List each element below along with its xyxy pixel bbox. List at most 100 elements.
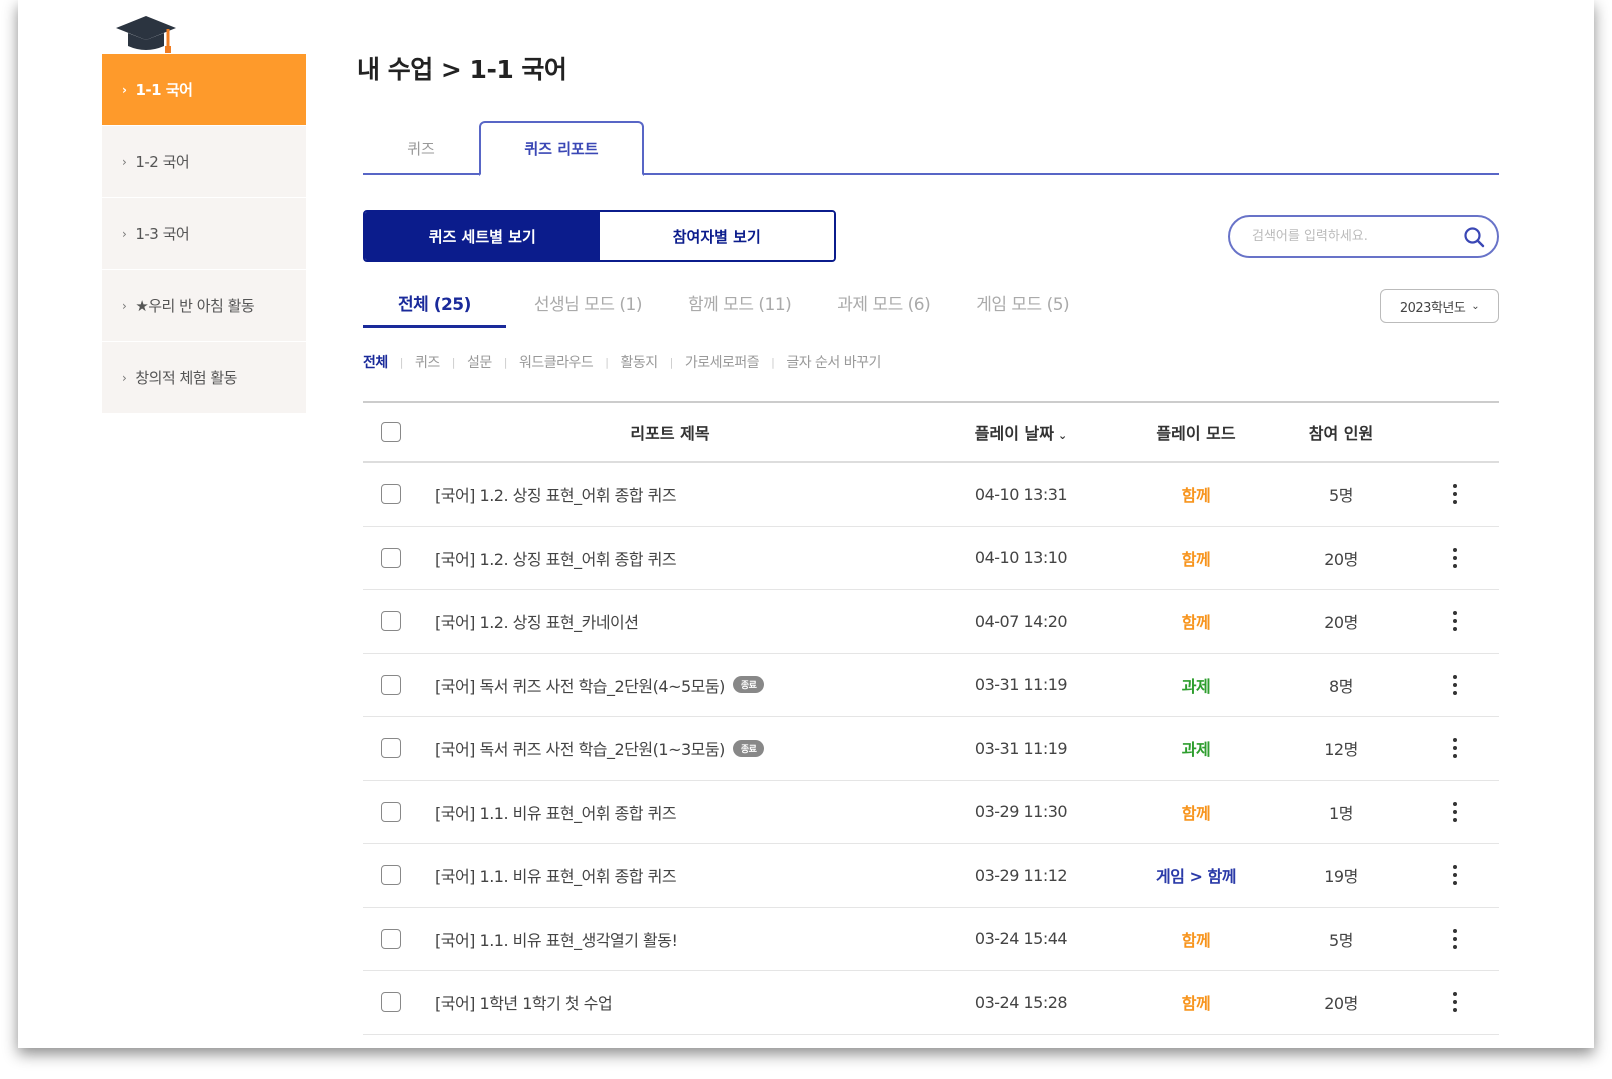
- more-options-button[interactable]: [1411, 865, 1499, 886]
- graduation-cap-icon: [116, 16, 176, 53]
- type-filter-worksheet[interactable]: 활동지: [620, 352, 658, 372]
- kebab-menu-icon: [1453, 738, 1457, 759]
- sidebar-item-1-2-korean[interactable]: › 1-2 국어: [102, 126, 306, 198]
- play-mode: 함께: [1181, 994, 1211, 1014]
- divider: |: [451, 355, 456, 369]
- play-mode: 함께: [1181, 613, 1211, 633]
- table-row[interactable]: [국어] 1.2. 상징 표현_어휘 종합 퀴즈 04-10 13:31 함께 …: [363, 463, 1499, 527]
- divider: |: [399, 355, 404, 369]
- kebab-menu-icon: [1453, 992, 1457, 1013]
- report-title[interactable]: [국어] 1.2. 상징 표현_카네이션: [435, 609, 639, 633]
- play-mode: 함께: [1181, 486, 1211, 506]
- more-options-button[interactable]: [1411, 801, 1499, 822]
- main-tabs: 퀴즈 퀴즈 리포트: [363, 121, 1499, 176]
- play-date: 03-24 15:44: [974, 929, 1068, 949]
- report-title[interactable]: [국어] 1.1. 비유 표현_어휘 종합 퀴즈: [435, 800, 677, 824]
- more-options-button[interactable]: [1411, 611, 1499, 632]
- report-title[interactable]: [국어] 1.2. 상징 표현_어휘 종합 퀴즈: [435, 546, 677, 570]
- sidebar-item-label: 1-3 국어: [135, 225, 190, 243]
- sidebar-item-1-1-korean[interactable]: › 1-1 국어: [102, 54, 306, 126]
- row-checkbox[interactable]: [381, 611, 401, 632]
- play-mode: 함께: [1181, 803, 1211, 823]
- row-checkbox[interactable]: [381, 484, 401, 505]
- report-title[interactable]: [국어] 1.1. 비유 표현_어휘 종합 퀴즈: [435, 863, 677, 887]
- tab-quiz[interactable]: 퀴즈: [363, 121, 479, 175]
- sidebar-item-label: 1-1 국어: [135, 81, 193, 99]
- kebab-menu-icon: [1453, 801, 1457, 822]
- tab-quiz-report[interactable]: 퀴즈 리포트: [479, 121, 644, 176]
- divider: |: [771, 355, 775, 369]
- type-filter: 전체 | 퀴즈 | 설문 | 워드클라우드 | 활동지 | 가로세로퍼즐 | 글…: [363, 352, 881, 372]
- sidebar-item-creative-activity[interactable]: › 창의적 체험 활동: [102, 342, 306, 414]
- report-title[interactable]: [국어] 1.2. 상징 표현_어휘 종합 퀴즈: [435, 482, 677, 506]
- mode-tab-together[interactable]: 함께 모드 (11): [688, 290, 792, 328]
- more-options-button[interactable]: [1411, 928, 1499, 949]
- play-date: 04-10 13:10: [974, 548, 1068, 568]
- report-table: 리포트 제목 플레이 날짜 ⌄ 플레이 모드 참여 인원 [국어] 1.2. 상징…: [363, 401, 1499, 1035]
- table-row[interactable]: [국어] 1.2. 상징 표현_어휘 종합 퀴즈 04-10 13:10 함께 …: [363, 527, 1499, 590]
- kebab-menu-icon: [1453, 674, 1457, 695]
- report-title[interactable]: [국어] 독서 퀴즈 사전 학습_2단원(4~5모둠): [435, 673, 725, 697]
- report-title[interactable]: [국어] 1.1. 비유 표현_생각열기 활동!: [435, 927, 678, 951]
- type-filter-wordcloud[interactable]: 워드클라우드: [519, 352, 594, 372]
- view-by-set-button[interactable]: 퀴즈 세트별 보기: [365, 212, 600, 260]
- play-date: 03-31 11:19: [974, 738, 1068, 758]
- type-filter-crossword[interactable]: 가로세로퍼즐: [685, 352, 760, 372]
- more-options-button[interactable]: [1411, 992, 1499, 1013]
- mode-tab-game[interactable]: 게임 모드 (5): [976, 290, 1069, 328]
- search-icon[interactable]: [1463, 226, 1485, 248]
- chevron-down-icon: ⌄: [1471, 300, 1480, 312]
- row-checkbox[interactable]: [381, 928, 401, 949]
- table-row[interactable]: [국어] 1학년 1학기 첫 수업 03-24 15:28 함께 20명: [363, 971, 1499, 1035]
- play-mode: 게임 > 함께: [1156, 867, 1236, 887]
- kebab-menu-icon: [1453, 484, 1457, 505]
- mode-tab-all[interactable]: 전체 (25): [363, 290, 506, 328]
- select-all-checkbox[interactable]: [381, 422, 401, 442]
- chevron-right-icon: ›: [122, 226, 127, 241]
- more-options-button[interactable]: [1411, 547, 1499, 568]
- search-input[interactable]: [1252, 229, 1452, 244]
- row-checkbox[interactable]: [381, 674, 401, 695]
- status-badge: 종료: [732, 676, 765, 694]
- column-header-title: 리포트 제목: [630, 424, 710, 443]
- mode-tabs: 전체 (25) 선생님 모드 (1) 함께 모드 (11) 과제 모드 (6) …: [363, 290, 1115, 328]
- sidebar-item-morning-activity[interactable]: › ★우리 반 아침 활동: [102, 270, 306, 342]
- year-select[interactable]: 2023학년도 ⌄: [1380, 289, 1499, 323]
- row-checkbox[interactable]: [381, 738, 401, 759]
- divider: |: [503, 355, 508, 369]
- sidebar-item-1-3-korean[interactable]: › 1-3 국어: [102, 198, 306, 270]
- kebab-menu-icon: [1453, 928, 1457, 949]
- column-header-mode: 플레이 모드: [1156, 424, 1236, 443]
- type-filter-quiz[interactable]: 퀴즈: [415, 352, 440, 372]
- view-by-participant-button[interactable]: 참여자별 보기: [599, 212, 834, 260]
- participant-count: 12명: [1324, 740, 1358, 760]
- type-filter-all[interactable]: 전체: [363, 352, 388, 372]
- kebab-menu-icon: [1453, 865, 1457, 886]
- table-row[interactable]: [국어] 1.1. 비유 표현_생각열기 활동! 03-24 15:44 함께 …: [363, 908, 1499, 971]
- more-options-button[interactable]: [1411, 738, 1499, 759]
- participant-count: 19명: [1324, 867, 1358, 887]
- row-checkbox[interactable]: [381, 992, 401, 1013]
- table-row[interactable]: [국어] 1.1. 비유 표현_어휘 종합 퀴즈 03-29 11:30 함께 …: [363, 781, 1499, 844]
- more-options-button[interactable]: [1411, 484, 1499, 505]
- column-header-date[interactable]: 플레이 날짜 ⌄: [921, 420, 1121, 444]
- row-checkbox[interactable]: [381, 801, 401, 822]
- report-title[interactable]: [국어] 독서 퀴즈 사전 학습_2단원(1~3모둠): [435, 736, 725, 760]
- mode-tab-assignment[interactable]: 과제 모드 (6): [837, 290, 930, 328]
- kebab-menu-icon: [1453, 547, 1457, 568]
- report-title[interactable]: [국어] 1학년 1학기 첫 수업: [435, 990, 613, 1014]
- row-checkbox[interactable]: [381, 865, 401, 886]
- table-row[interactable]: [국어] 독서 퀴즈 사전 학습_2단원(1~3모둠) 종료 03-31 11:1…: [363, 717, 1499, 781]
- mode-tab-teacher[interactable]: 선생님 모드 (1): [534, 290, 643, 328]
- type-filter-letter-order[interactable]: 글자 순서 바꾸기: [786, 352, 881, 372]
- table-row[interactable]: [국어] 독서 퀴즈 사전 학습_2단원(4~5모둠) 종료 03-31 11:1…: [363, 654, 1499, 717]
- participant-count: 5명: [1329, 930, 1353, 950]
- table-row[interactable]: [국어] 1.1. 비유 표현_어휘 종합 퀴즈 03-29 11:12 게임 …: [363, 844, 1499, 908]
- table-row[interactable]: [국어] 1.2. 상징 표현_카네이션 04-07 14:20 함께 20명: [363, 590, 1499, 654]
- more-options-button[interactable]: [1411, 674, 1499, 695]
- kebab-menu-icon: [1453, 611, 1457, 632]
- type-filter-survey[interactable]: 설문: [467, 352, 492, 372]
- year-select-value: 2023학년도: [1399, 300, 1466, 316]
- row-checkbox[interactable]: [381, 547, 401, 568]
- chevron-right-icon: ›: [122, 82, 127, 97]
